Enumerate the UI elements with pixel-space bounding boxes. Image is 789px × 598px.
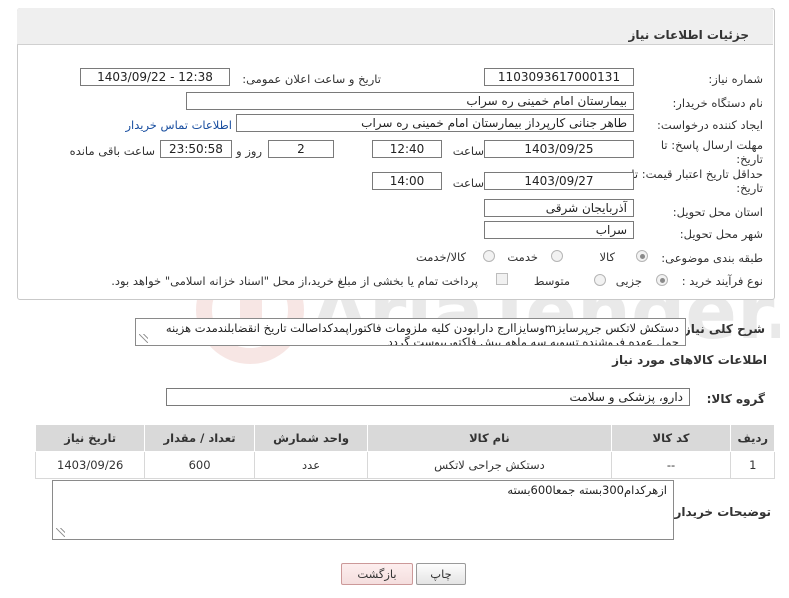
reply-deadline-label-date: تاریخ: — [736, 152, 763, 166]
description-label: شرح کلی نیاز: — [679, 322, 765, 336]
requester-field: طاهر جنانی کارپرداز بیمارستان امام خمینی… — [236, 114, 634, 132]
remaining-time-field: 23:50:58 — [160, 140, 232, 158]
price-validity-date-field: 1403/09/27 — [484, 172, 634, 190]
col-item-name: نام کالا — [367, 424, 612, 452]
buyer-org-field: بیمارستان امام خمینی ره سراب — [186, 92, 634, 110]
requester-label: ایجاد کننده درخواست: — [657, 118, 763, 132]
remaining-days-field: 2 — [268, 140, 334, 158]
cell-item-code: -- — [610, 451, 732, 479]
category-radio-goods[interactable] — [636, 250, 648, 262]
goods-group-label: گروه کالا: — [706, 392, 765, 406]
table-header-row: ردیف کد کالا نام کالا واحد شمارش تعداد /… — [34, 424, 775, 452]
table-row: 1 -- دستکش جراحی لاتکس عدد 600 1403/09/2… — [34, 451, 775, 479]
col-quantity: تعداد / مقدار — [144, 424, 255, 452]
days-label: روز و — [236, 144, 262, 158]
page-title: جزئیات اطلاعات نیاز — [628, 28, 749, 42]
col-item-code: کد کالا — [610, 424, 732, 452]
reply-deadline-time-field: 12:40 — [372, 140, 442, 158]
cell-need-date: 1403/09/26 — [34, 451, 146, 479]
need-number-label: شماره نیاز: — [708, 72, 763, 86]
price-validity-label-date: تاریخ: — [736, 181, 763, 195]
remaining-time-label: ساعت باقی مانده — [69, 144, 155, 158]
goods-section-title: اطلاعات کالاهای مورد نیاز — [612, 353, 767, 367]
goods-group-field: دارو، پزشکی و سلامت — [166, 388, 690, 406]
province-field: آذربایجان شرقی — [484, 199, 634, 217]
announce-date-field: 1403/09/22 - 12:38 — [80, 68, 230, 86]
category-option-goods: کالا — [599, 250, 615, 264]
cell-unit: عدد — [253, 451, 369, 479]
treasury-note: پرداخت تمام یا بخشی از مبلغ خرید،از محل … — [111, 274, 478, 288]
resize-grip-icon[interactable] — [139, 334, 148, 343]
back-button[interactable]: بازگشت — [341, 563, 413, 585]
reply-deadline-time-label: ساعت — [452, 144, 484, 158]
resize-grip-icon[interactable] — [56, 528, 65, 537]
process-option-partial: جزیی — [615, 274, 642, 288]
price-validity-time-label: ساعت — [452, 176, 484, 190]
buyer-notes-textarea: ازهرکدام300بسته جمعا600بسته — [52, 480, 674, 540]
description-text: دستکش لاتکس جرپرسایزmوسایزlارج دارابودن … — [165, 321, 679, 346]
cell-row-number: 1 — [730, 451, 775, 479]
buyer-notes-text: ازهرکدام300بسته جمعا600بسته — [507, 483, 667, 497]
process-radio-partial[interactable] — [656, 274, 668, 286]
process-label: نوع فرآیند خرید : — [681, 274, 763, 288]
category-option-goods-service: کالا/خدمت — [415, 250, 466, 264]
buyer-org-label: نام دستگاه خریدار: — [672, 96, 763, 110]
description-textarea: دستکش لاتکس جرپرسایزmوسایزlارج دارابودن … — [135, 318, 686, 346]
price-validity-label: حداقل تاریخ اعتبار قیمت: تا — [631, 167, 763, 181]
city-field: سراب — [484, 221, 634, 239]
col-need-date: تاریخ نیاز — [34, 424, 146, 452]
category-radio-goods-service[interactable] — [483, 250, 495, 262]
category-label: طبقه بندی موضوعی: — [661, 251, 763, 265]
panel-header: جزئیات اطلاعات نیاز — [17, 8, 773, 45]
need-number-field: 1103093617000131 — [484, 68, 634, 86]
treasury-checkbox[interactable] — [496, 273, 508, 285]
announce-date-label: تاریخ و ساعت اعلان عمومی: — [242, 72, 381, 86]
reply-deadline-label: مهلت ارسال پاسخ: تا — [660, 138, 763, 152]
city-label: شهر محل تحویل: — [679, 227, 763, 241]
price-validity-time-field: 14:00 — [372, 172, 442, 190]
col-unit: واحد شمارش — [253, 424, 369, 452]
buyer-notes-label: توضیحات خریدار: — [669, 505, 771, 519]
process-option-medium: متوسط — [533, 274, 570, 288]
col-row-number: ردیف — [730, 424, 775, 452]
category-option-service: خدمت — [507, 250, 538, 264]
print-button[interactable]: چاپ — [416, 563, 466, 585]
buyer-contact-link[interactable]: اطلاعات تماس خریدار — [125, 118, 232, 132]
goods-table: ردیف کد کالا نام کالا واحد شمارش تعداد /… — [34, 424, 775, 479]
cell-quantity: 600 — [144, 451, 255, 479]
province-label: استان محل تحویل: — [672, 205, 763, 219]
category-radio-service[interactable] — [551, 250, 563, 262]
process-radio-medium[interactable] — [594, 274, 606, 286]
reply-deadline-date-field: 1403/09/25 — [484, 140, 634, 158]
cell-item-name: دستکش جراحی لاتکس — [367, 451, 612, 479]
